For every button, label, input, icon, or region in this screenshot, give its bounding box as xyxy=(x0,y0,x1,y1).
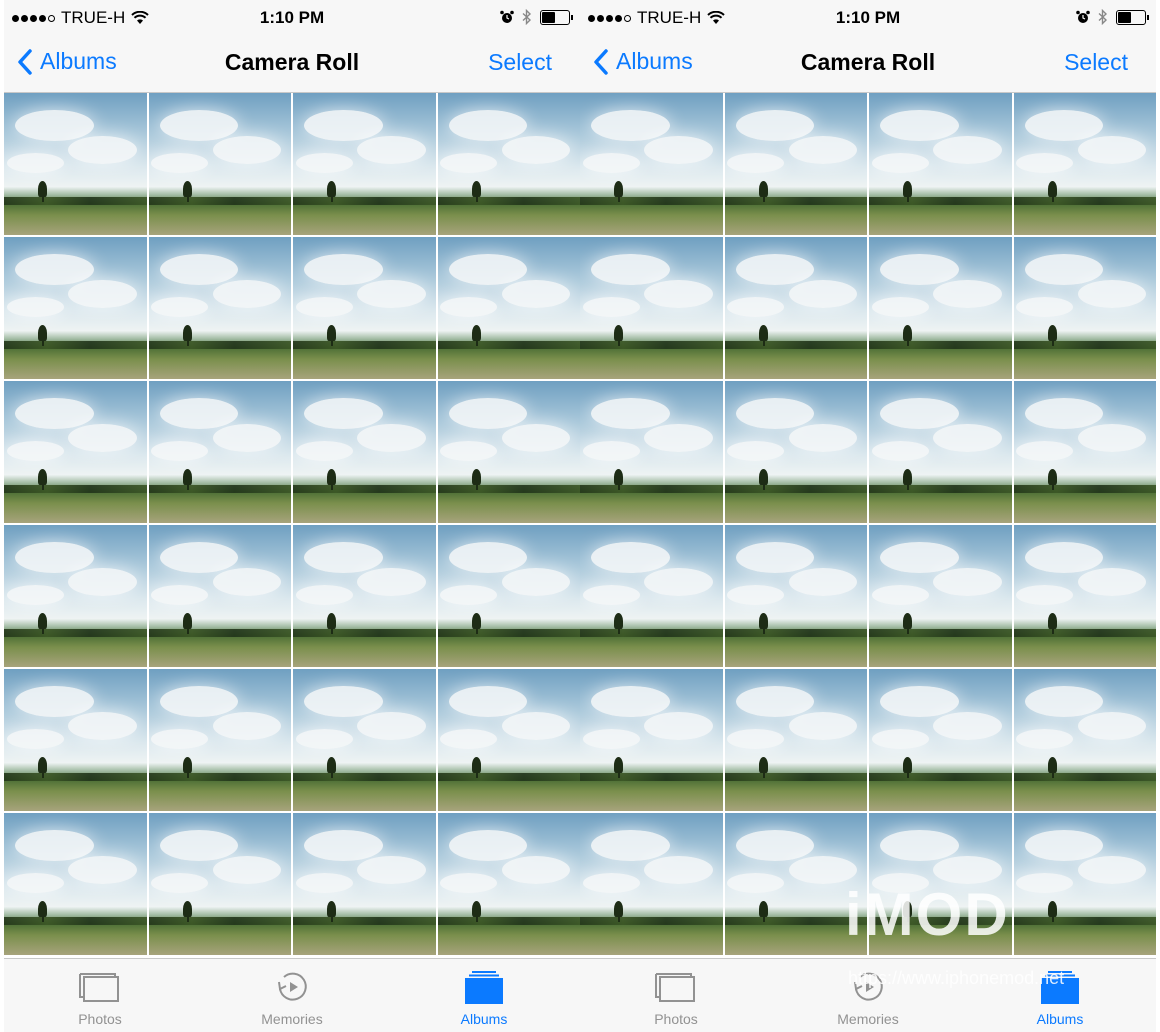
status-bar: TRUE-H 1:10 PM xyxy=(580,0,1156,36)
photo-thumbnail[interactable] xyxy=(148,93,291,235)
photo-thumbnail[interactable] xyxy=(580,669,723,811)
tab-label: Photos xyxy=(654,1011,698,1027)
photo-thumbnail[interactable] xyxy=(1013,93,1156,235)
photo-thumbnail[interactable] xyxy=(580,525,723,667)
photo-thumbnail[interactable] xyxy=(580,381,723,523)
status-right xyxy=(500,9,573,25)
select-button[interactable]: Select xyxy=(1064,49,1128,76)
photo-thumbnail[interactable] xyxy=(724,525,867,667)
photo-thumbnail[interactable] xyxy=(1013,525,1156,667)
tab-label: Photos xyxy=(78,1011,122,1027)
photo-thumbnail[interactable] xyxy=(724,93,867,235)
tab-albums[interactable]: Albums xyxy=(388,959,580,1032)
photo-thumbnail[interactable] xyxy=(4,237,147,379)
photo-thumbnail[interactable] xyxy=(293,813,436,955)
photo-thumbnail[interactable] xyxy=(869,381,1012,523)
status-bar: TRUE-H 1:10 PM xyxy=(4,0,580,36)
photo-thumbnail[interactable] xyxy=(293,669,436,811)
photo-thumbnail[interactable] xyxy=(148,813,291,955)
photo-thumbnail[interactable] xyxy=(293,525,436,667)
battery-icon xyxy=(1116,9,1149,25)
navigation-bar: Albums Camera Roll Select xyxy=(580,36,1156,93)
photo-thumbnail[interactable] xyxy=(580,93,723,235)
status-right xyxy=(1076,9,1149,25)
tab-memories[interactable]: Memories xyxy=(196,959,388,1032)
watermark-url: https://www.iphonemod.net xyxy=(848,968,1065,988)
photo-thumbnail[interactable] xyxy=(4,669,147,811)
photo-thumbnail[interactable] xyxy=(437,813,580,955)
photo-thumbnail[interactable] xyxy=(869,525,1012,667)
photo-thumbnail[interactable] xyxy=(437,93,580,235)
photo-thumbnail[interactable] xyxy=(869,237,1012,379)
photo-thumbnail[interactable] xyxy=(437,381,580,523)
photo-thumbnail[interactable] xyxy=(869,669,1012,811)
photos-icon xyxy=(79,973,119,1002)
photo-thumbnail[interactable] xyxy=(148,237,291,379)
status-time: 1:10 PM xyxy=(259,8,325,27)
tab-bar: Photos Memories Albums xyxy=(4,958,580,1032)
select-button[interactable]: Select xyxy=(488,49,552,76)
navigation-bar: Albums Camera Roll Select xyxy=(4,36,580,93)
photo-thumbnail[interactable] xyxy=(148,525,291,667)
photos-icon xyxy=(655,973,695,1002)
photo-thumbnail[interactable] xyxy=(4,813,147,955)
tab-photos[interactable]: Photos xyxy=(4,959,196,1032)
left-screen: TRUE-H 1:10 PM Albums Camera Roll Select… xyxy=(4,0,580,1032)
photo-thumbnail[interactable] xyxy=(4,525,147,667)
photo-thumbnail[interactable] xyxy=(437,237,580,379)
photo-thumbnail[interactable] xyxy=(148,669,291,811)
tab-photos[interactable]: Photos xyxy=(580,959,772,1032)
photo-thumbnail[interactable] xyxy=(4,93,147,235)
photo-thumbnail[interactable] xyxy=(580,237,723,379)
alarm-icon xyxy=(500,10,514,23)
photo-thumbnail[interactable] xyxy=(293,381,436,523)
photo-grid xyxy=(4,93,580,958)
bluetooth-icon xyxy=(522,9,532,25)
alarm-icon xyxy=(1076,10,1090,23)
tab-label: Albums xyxy=(1036,1011,1084,1027)
photo-grid xyxy=(580,93,1156,958)
photo-thumbnail[interactable] xyxy=(580,813,723,955)
tab-label: Memories xyxy=(261,1011,323,1027)
photo-thumbnail[interactable] xyxy=(293,93,436,235)
photo-thumbnail[interactable] xyxy=(724,237,867,379)
photo-thumbnail[interactable] xyxy=(4,381,147,523)
photo-thumbnail[interactable] xyxy=(724,381,867,523)
photo-thumbnail[interactable] xyxy=(1013,237,1156,379)
photo-thumbnail[interactable] xyxy=(1013,381,1156,523)
battery-icon xyxy=(540,9,573,25)
photo-thumbnail[interactable] xyxy=(1013,813,1156,955)
tab-label: Memories xyxy=(837,1011,899,1027)
photo-thumbnail[interactable] xyxy=(293,237,436,379)
photo-thumbnail[interactable] xyxy=(437,525,580,667)
memories-icon xyxy=(278,972,307,1001)
photo-thumbnail[interactable] xyxy=(869,93,1012,235)
photo-thumbnail[interactable] xyxy=(724,669,867,811)
right-screen: TRUE-H 1:10 PM Albums Camera Roll Select… xyxy=(580,0,1156,1032)
photo-thumbnail[interactable] xyxy=(148,381,291,523)
bluetooth-icon xyxy=(1098,9,1108,25)
photo-thumbnail[interactable] xyxy=(1013,669,1156,811)
watermark-logo: iMOD xyxy=(845,881,1010,948)
status-time: 1:10 PM xyxy=(835,8,901,27)
tab-label: Albums xyxy=(460,1011,508,1027)
photo-thumbnail[interactable] xyxy=(437,669,580,811)
albums-icon xyxy=(465,971,503,1004)
